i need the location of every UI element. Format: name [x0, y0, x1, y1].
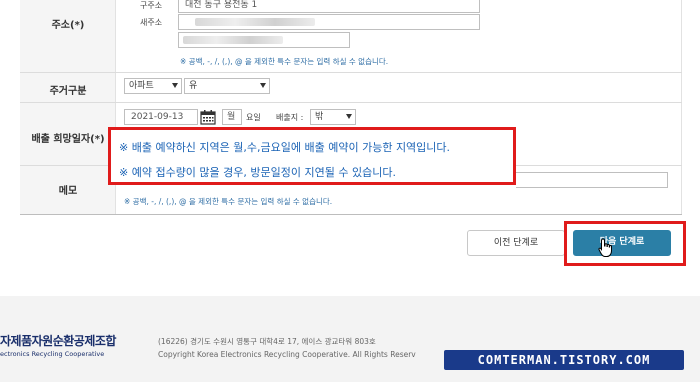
- housing-type-select[interactable]: 아파트: [124, 78, 182, 94]
- blurred-detail-address: [183, 36, 283, 44]
- place-select[interactable]: 밖: [310, 109, 356, 125]
- detail-address-field[interactable]: [178, 32, 350, 48]
- date-input[interactable]: 2021-09-13: [124, 109, 198, 125]
- notice-line-1: ※ 배출 예약하신 지역은 월,수,금요일에 배출 예약이 가능한 지역입니다.: [119, 141, 451, 154]
- housing-type-value: 아파트: [129, 81, 154, 91]
- blurred-address: [195, 18, 315, 26]
- old-address-value: 대전 동구 용전동 1: [185, 0, 258, 10]
- memo-note: ※ 공백, -, /, (,), @ 을 제외한 특수 문자는 입력 하실 수 …: [124, 197, 333, 206]
- address-label: 주소(*): [51, 20, 85, 31]
- new-address-field[interactable]: [178, 14, 480, 30]
- place-value: 밖: [315, 112, 324, 122]
- memo-label: 메모: [58, 186, 78, 197]
- old-address-field[interactable]: 대전 동구 용전동 1: [178, 0, 480, 13]
- housing-sub-value: 유: [189, 81, 198, 91]
- chevron-down-icon: [172, 83, 178, 88]
- notice-line-2: ※ 예약 접수량이 많을 경우, 방문일정이 지연될 수 있습니다.: [119, 166, 396, 179]
- row-divider: [20, 72, 682, 73]
- housing-label: 주거구분: [49, 86, 87, 97]
- prev-step-button[interactable]: 이전 단계로: [467, 230, 565, 256]
- next-step-button[interactable]: 다음 단계로: [573, 230, 671, 256]
- housing-sub-select[interactable]: 유: [184, 78, 270, 94]
- row-divider: [20, 102, 682, 103]
- footer-logo-en: ectronics Recycling Cooperative: [0, 350, 105, 358]
- address-note: ※ 공백, -, /, (,), @ 을 제외한 특수 문자는 입력 하실 수 …: [180, 57, 389, 66]
- footer-address: (16226) 경기도 수원시 영통구 대학4로 17, 에이스 광교타워 80…: [158, 337, 376, 346]
- place-label: 배출지 :: [276, 113, 304, 122]
- date-label: 배출 희망일자(*): [31, 134, 105, 145]
- weekday-field: 월: [222, 109, 242, 125]
- weekday-suffix: 요일: [246, 113, 261, 122]
- date-value: 2021-09-13: [131, 112, 184, 122]
- footer-copyright: Copyright Korea Electronics Recycling Co…: [158, 350, 416, 359]
- new-address-label: 새주소: [140, 18, 163, 27]
- memo-input[interactable]: [516, 172, 668, 188]
- watermark: COMTERMAN.TISTORY.COM: [444, 350, 684, 370]
- hand-cursor-icon: [598, 238, 614, 258]
- chevron-down-icon: [260, 83, 266, 88]
- calendar-icon[interactable]: [200, 109, 216, 125]
- old-address-label: 구주소: [140, 1, 163, 10]
- weekday-value: 월: [227, 112, 236, 122]
- row-divider: [20, 214, 682, 215]
- chevron-down-icon: [346, 114, 352, 119]
- footer-logo-kr: 자제품자원순환공제조합: [0, 334, 116, 348]
- notice-popup: ※ 배출 예약하신 지역은 월,수,금요일에 배출 예약이 가능한 지역입니다.…: [108, 127, 516, 185]
